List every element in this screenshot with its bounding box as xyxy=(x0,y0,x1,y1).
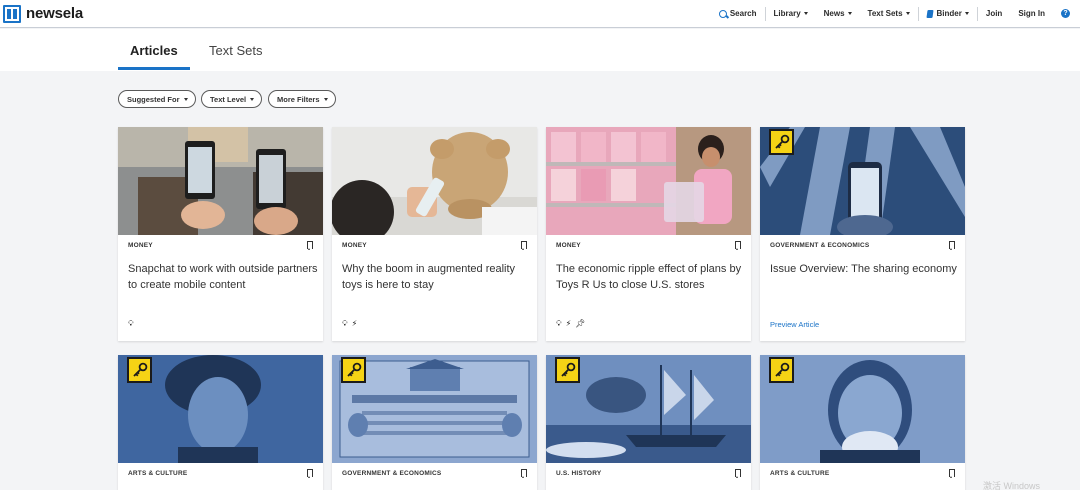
card-features: 💡︎ xyxy=(128,320,134,328)
filter-label: More Filters xyxy=(277,94,320,104)
logo-text: newsela xyxy=(26,5,83,22)
bookmark-icon[interactable] xyxy=(521,469,527,478)
article-image xyxy=(760,127,965,235)
article-image xyxy=(760,355,965,463)
card-features: 💡︎ ⚡︎ xyxy=(342,320,357,328)
nav-menu: Search Library News Text Sets Binder Joi… xyxy=(711,0,1080,28)
bookmark-icon[interactable] xyxy=(735,241,741,250)
nav-join-label: Join xyxy=(985,9,1003,18)
article-image xyxy=(546,127,751,235)
nav-help[interactable]: ? xyxy=(1053,0,1080,28)
nav-text-sets[interactable]: Text Sets xyxy=(860,0,918,28)
article-card[interactable]: ARTS & CULTURE xyxy=(118,355,323,490)
card-title[interactable]: Snapchat to work with outside partners t… xyxy=(128,262,318,293)
card-features: 💡︎ ⚡︎ 📌︎ xyxy=(556,320,585,328)
chevron-down-icon xyxy=(250,97,255,101)
article-image xyxy=(118,127,323,235)
card-title[interactable]: Why the boom in augmented reality toys i… xyxy=(342,262,532,293)
card-title[interactable]: Issue Overview: The sharing economy xyxy=(770,262,960,278)
lightning-icon: ⚡︎ xyxy=(565,319,572,328)
article-image xyxy=(546,355,751,463)
article-card[interactable]: U.S. HISTORY xyxy=(546,355,751,490)
key-icon xyxy=(341,357,366,383)
content-tabs: Articles Text Sets xyxy=(0,29,1080,71)
preview-article-link[interactable]: Preview Article xyxy=(770,320,819,329)
top-navigation: newsela Search Library News Text Sets Bi… xyxy=(0,0,1080,28)
nav-binder-label: Binder xyxy=(936,9,962,18)
chevron-down-icon xyxy=(905,12,910,15)
article-card[interactable]: GOVERNMENT & ECONOMICS Issue Overview: T… xyxy=(760,127,965,341)
chevron-down-icon xyxy=(803,12,808,15)
nav-search[interactable]: Search xyxy=(711,0,765,28)
bookmark-icon[interactable] xyxy=(521,241,527,250)
card-category: MONEY xyxy=(556,242,581,249)
article-card[interactable]: MONEY Why the boom in augmented reality … xyxy=(332,127,537,341)
key-icon xyxy=(769,357,794,383)
chevron-down-icon xyxy=(183,97,188,101)
tab-text-sets[interactable]: Text Sets xyxy=(209,43,262,58)
chevron-down-icon xyxy=(964,12,969,15)
bookmark-icon[interactable] xyxy=(949,241,955,250)
binder-icon xyxy=(925,9,934,18)
article-card[interactable]: ARTS & CULTURE xyxy=(760,355,965,490)
filter-more-filters[interactable]: More Filters xyxy=(268,90,336,108)
card-category: MONEY xyxy=(128,242,153,249)
nav-binder[interactable]: Binder xyxy=(919,0,977,28)
article-card[interactable]: MONEY The economic ripple effect of plan… xyxy=(546,127,751,341)
bookmark-icon[interactable] xyxy=(307,469,313,478)
filter-suggested-for[interactable]: Suggested For xyxy=(118,90,196,108)
card-title[interactable]: The economic ripple effect of plans by T… xyxy=(556,262,746,293)
nav-news[interactable]: News xyxy=(816,0,860,28)
lightbulb-icon: 💡︎ xyxy=(342,319,348,328)
card-category: U.S. HISTORY xyxy=(556,470,602,477)
nav-library-label: Library xyxy=(773,9,801,18)
os-watermark: 激活 Windows xyxy=(982,481,1040,490)
key-icon xyxy=(769,129,794,155)
nav-search-label: Search xyxy=(729,9,757,18)
card-category: ARTS & CULTURE xyxy=(128,470,188,477)
pin-icon: 📌︎ xyxy=(575,319,586,328)
article-image xyxy=(332,127,537,235)
nav-library[interactable]: Library xyxy=(766,0,816,28)
newsela-logo[interactable]: newsela xyxy=(3,0,83,28)
lightbulb-icon: 💡︎ xyxy=(556,319,562,328)
article-card[interactable]: MONEY Snapchat to work with outside part… xyxy=(118,127,323,341)
bookmark-icon[interactable] xyxy=(949,469,955,478)
article-card[interactable]: GOVERNMENT & ECONOMICS xyxy=(332,355,537,490)
chevron-down-icon xyxy=(847,12,852,15)
tab-articles[interactable]: Articles xyxy=(130,43,178,58)
card-category: GOVERNMENT & ECONOMICS xyxy=(770,242,870,249)
nav-sign-in-label: Sign In xyxy=(1018,9,1045,18)
search-icon xyxy=(718,9,727,18)
card-category: MONEY xyxy=(342,242,367,249)
filter-text-level[interactable]: Text Level xyxy=(201,90,263,108)
nav-text-sets-label: Text Sets xyxy=(867,9,903,18)
article-image xyxy=(332,355,537,463)
filter-label: Suggested For xyxy=(127,94,180,104)
chevron-down-icon xyxy=(323,97,328,101)
key-icon xyxy=(127,357,152,383)
bookmark-icon[interactable] xyxy=(307,241,313,250)
bookmark-icon[interactable] xyxy=(735,469,741,478)
nav-news-label: News xyxy=(823,9,845,18)
key-icon xyxy=(555,357,580,383)
article-image xyxy=(118,355,323,463)
active-tab-indicator xyxy=(118,67,190,70)
nav-join[interactable]: Join xyxy=(978,0,1010,28)
filter-label: Text Level xyxy=(210,94,247,104)
help-icon: ? xyxy=(1061,9,1070,18)
lightbulb-icon: 💡︎ xyxy=(128,319,134,328)
card-category: GOVERNMENT & ECONOMICS xyxy=(342,470,442,477)
logo-icon xyxy=(3,4,21,23)
lightning-icon: ⚡︎ xyxy=(351,319,358,328)
nav-sign-in[interactable]: Sign In xyxy=(1010,0,1053,28)
card-category: ARTS & CULTURE xyxy=(770,470,830,477)
